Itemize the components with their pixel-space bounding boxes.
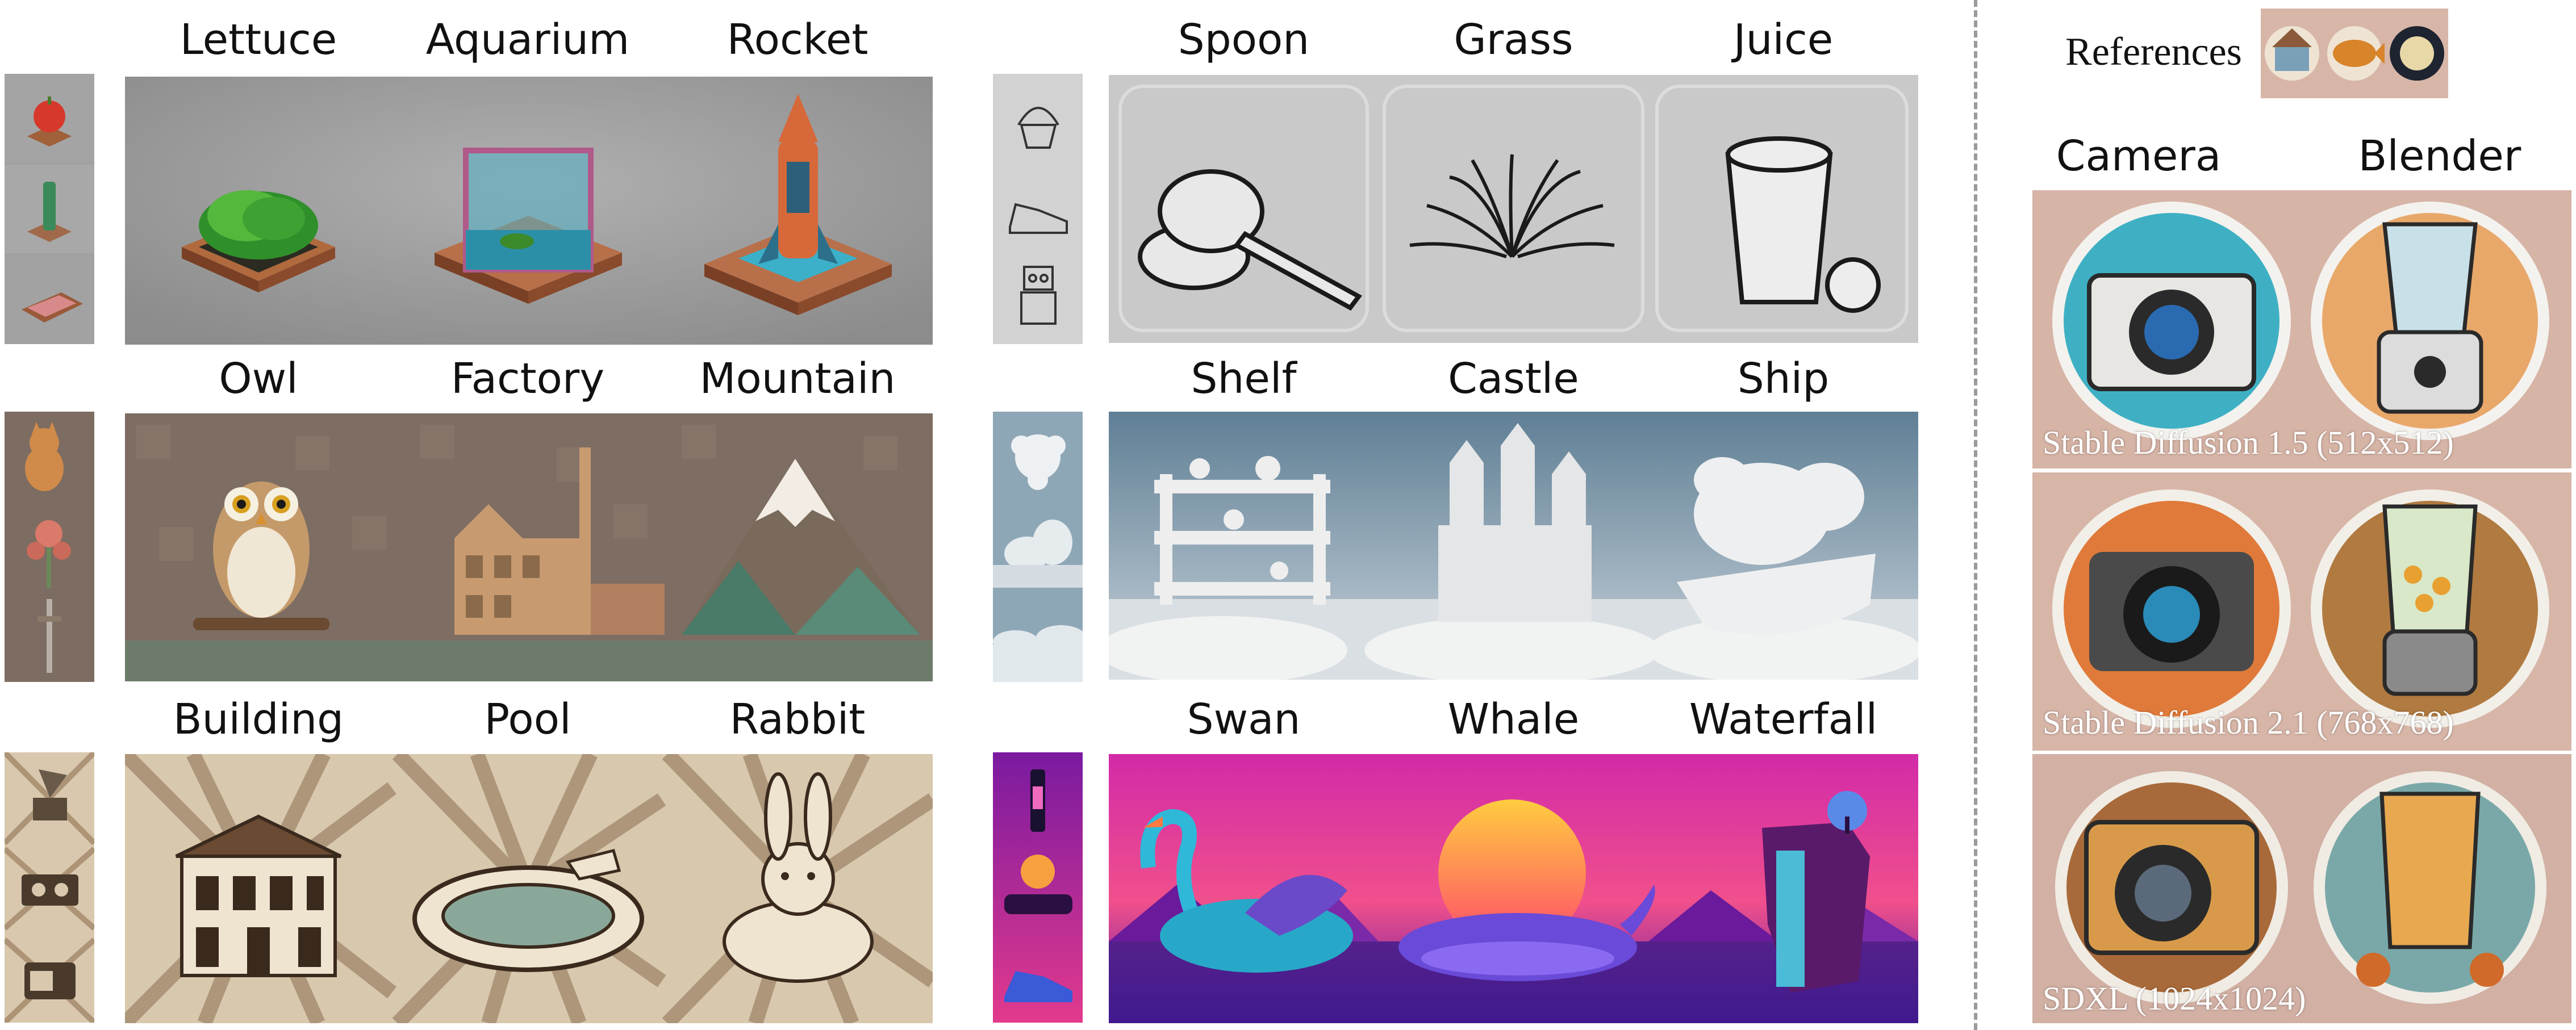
references-title: References xyxy=(2065,30,2242,74)
panel-sketch xyxy=(1109,75,1918,343)
label-juice: Juice xyxy=(1733,15,1834,64)
panel-sd21: Stable Diffusion 2.1 (768x768) xyxy=(2032,472,2571,751)
reference-apple-figure xyxy=(5,74,94,162)
panel-cloud xyxy=(1109,412,1918,680)
label-ship: Ship xyxy=(1737,354,1830,403)
reference-moon-sticker xyxy=(2390,26,2444,81)
references-strip xyxy=(2261,9,2448,98)
reference-bed-figure xyxy=(5,256,94,344)
reference-strip-mosaic xyxy=(5,412,94,682)
label-waterfall: Waterfall xyxy=(1689,695,1878,744)
neon-scenes xyxy=(1109,754,1918,1023)
caption-sd21: Stable Diffusion 2.1 (768x768) xyxy=(2043,704,2454,741)
panel-sd15: Stable Diffusion 1.5 (512x512) xyxy=(2032,190,2571,468)
label-shelf: Shelf xyxy=(1191,354,1297,403)
reference-radio-figure xyxy=(24,962,76,999)
reference-house-sticker xyxy=(2265,26,2319,81)
label-aquarium: Aquarium xyxy=(425,15,630,64)
panel-retro xyxy=(125,754,933,1023)
reference-strip-sketch xyxy=(993,74,1083,344)
reference-strip-retro xyxy=(5,752,94,1023)
mosaic-scenes xyxy=(125,413,933,681)
label-swan: Swan xyxy=(1187,695,1301,744)
label-blender: Blender xyxy=(2358,132,2521,181)
cloud-scenes xyxy=(1109,412,1918,680)
label-mountain: Mountain xyxy=(699,354,896,403)
label-owl: Owl xyxy=(219,354,298,403)
reference-strip-cloud xyxy=(993,412,1083,682)
reference-cloud-layer xyxy=(993,625,1083,682)
reference-bottle-figure xyxy=(5,165,94,253)
label-castle: Castle xyxy=(1448,354,1579,403)
label-rabbit: Rabbit xyxy=(729,695,866,744)
isometric-scenes xyxy=(125,77,933,345)
caption-sdxl: SDXL (1024x1024) xyxy=(2043,980,2306,1017)
label-lettuce: Lettuce xyxy=(179,15,337,64)
reference-cassette-player-figure xyxy=(22,874,78,906)
reference-neon-bottle xyxy=(1030,769,1045,832)
reference-strip-isometric xyxy=(5,74,94,344)
section-divider xyxy=(1974,0,1977,1030)
label-spoon: Spoon xyxy=(1178,15,1310,64)
sketch-scenes xyxy=(1109,75,1918,343)
label-factory: Factory xyxy=(450,354,605,403)
panel-neon xyxy=(1109,754,1918,1023)
label-pool: Pool xyxy=(484,695,571,744)
retro-scenes xyxy=(125,754,933,1023)
label-camera: Camera xyxy=(2056,132,2222,181)
label-grass: Grass xyxy=(1454,15,1573,64)
label-rocket: Rocket xyxy=(727,15,869,64)
label-building: Building xyxy=(173,695,344,744)
panel-mosaic xyxy=(125,413,933,681)
panel-isometric xyxy=(125,77,933,345)
reference-strip-neon xyxy=(993,752,1083,1023)
label-whale: Whale xyxy=(1447,695,1580,744)
caption-sd15: Stable Diffusion 1.5 (512x512) xyxy=(2043,424,2454,461)
panel-sdxl: SDXL (1024x1024) xyxy=(2032,754,2571,1023)
